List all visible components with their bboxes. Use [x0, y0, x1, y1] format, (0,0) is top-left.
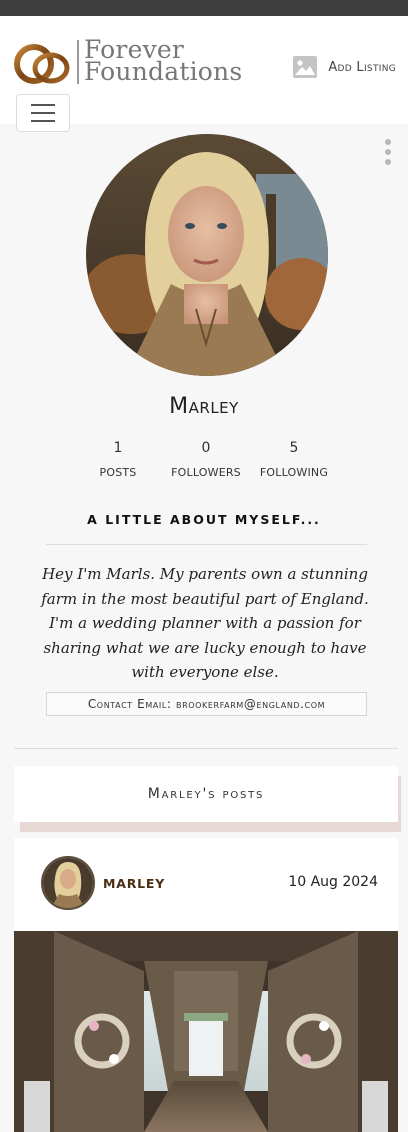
about-heading: A LITTLE ABOUT MYSELF...	[87, 512, 321, 527]
stat-followers-value: 0	[201, 440, 211, 456]
post-card[interactable]: MARLEY 10 Aug 2024	[14, 838, 398, 1132]
stat-posts-value: 1	[113, 440, 123, 456]
post-author-name[interactable]: MARLEY	[103, 876, 165, 891]
stat-following[interactable]: 5 FOLLOWING	[244, 440, 344, 479]
wedding-rings-icon	[14, 44, 70, 84]
image-icon	[293, 56, 318, 78]
profile-section: Marley 1 POSTS 0 FOLLOWERS 5 FOLLOWING A…	[0, 124, 408, 760]
top-strip	[0, 0, 408, 16]
profile-bio: Hey I'm Marls. My parents own a stunning…	[41, 565, 369, 681]
profile-name: Marley	[169, 394, 239, 419]
stat-followers[interactable]: 0 FOLLOWERS	[156, 440, 256, 479]
brand-name-line2: Foundations	[84, 57, 243, 86]
profile-avatar	[86, 134, 328, 376]
profile-stats: 1 POSTS 0 FOLLOWERS 5 FOLLOWING	[0, 440, 408, 480]
logo-divider	[77, 40, 79, 84]
hamburger-icon-bar	[31, 120, 55, 122]
contact-email[interactable]: Contact Email: brookerfarm@england.com	[46, 692, 367, 716]
hamburger-icon-bar	[31, 104, 55, 106]
stat-posts[interactable]: 1 POSTS	[68, 440, 168, 479]
post-image[interactable]	[14, 931, 398, 1132]
posts-section-title: Marley's posts	[14, 766, 398, 822]
more-options-icon[interactable]	[385, 139, 391, 165]
brand-name: Forever Foundations	[84, 37, 243, 86]
stat-posts-label: POSTS	[99, 466, 137, 479]
stat-followers-label: FOLLOWERS	[171, 466, 241, 479]
post-date: 10 Aug 2024	[288, 874, 378, 890]
add-listing-label: Add Listing	[328, 59, 396, 75]
section-divider	[14, 748, 398, 749]
add-listing-link[interactable]: Add Listing	[292, 54, 396, 80]
post-author-avatar[interactable]	[41, 856, 95, 910]
site-logo[interactable]: Forever Foundations	[14, 26, 242, 90]
hamburger-icon-bar	[31, 112, 55, 114]
about-divider	[46, 544, 367, 545]
stat-following-value: 5	[289, 440, 299, 456]
site-header: Forever Foundations Add Listing	[0, 16, 408, 132]
stat-following-label: FOLLOWING	[259, 466, 329, 479]
